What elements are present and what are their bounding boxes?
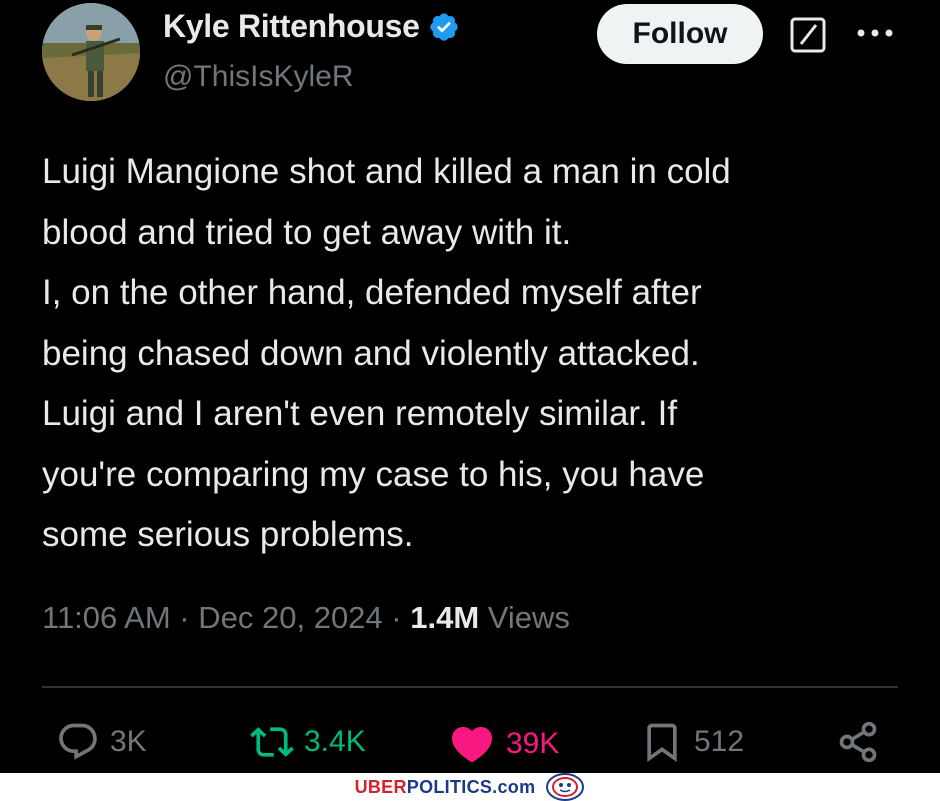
grok-icon[interactable] <box>789 16 827 54</box>
like-icon <box>451 727 493 763</box>
tweet-date[interactable]: Dec 20, 2024 <box>198 600 382 635</box>
share-icon <box>839 721 877 763</box>
verified-badge-icon <box>429 12 458 41</box>
tweet-line: I, on the other hand, defended myself af… <box>42 273 702 312</box>
repost-count: 3.4K <box>304 725 366 758</box>
tweet-line: some serious problems. <box>42 515 414 554</box>
tweet-meta: 11:06 AM · Dec 20, 2024 · 1.4M Views <box>42 600 570 636</box>
bookmark-icon <box>647 723 677 763</box>
like-count: 39K <box>506 727 560 760</box>
author-handle[interactable]: @ThisIsKyleR <box>163 60 354 94</box>
tweet-time[interactable]: 11:06 AM <box>42 600 171 635</box>
watermark-logo-icon <box>546 773 585 801</box>
reply-button[interactable]: 3K <box>56 720 147 764</box>
watermark-text: UBERPOLITICS.com <box>354 776 536 797</box>
meta-separator: · <box>382 600 411 635</box>
views-count[interactable]: 1.4M <box>410 600 479 635</box>
author-name-row: Kyle Rittenhouse <box>163 8 460 45</box>
avatar-image <box>42 3 140 101</box>
watermark-bar: UBERPOLITICS.com <box>0 773 940 801</box>
reply-icon <box>59 723 97 760</box>
bookmark-button[interactable]: 512 <box>640 720 744 764</box>
tweet-line: Luigi Mangione shot and killed a man in … <box>42 152 731 191</box>
tweet-line: Luigi and I aren't even remotely similar… <box>42 394 678 433</box>
tweet-line: being chased down and violently attacked… <box>42 333 700 373</box>
repost-button[interactable]: 3.4K <box>250 720 366 764</box>
tweet-text: Luigi Mangione shot and killed a man in … <box>42 142 922 566</box>
bookmark-count: 512 <box>694 725 745 758</box>
share-button[interactable] <box>836 720 880 764</box>
author-name[interactable]: Kyle Rittenhouse <box>163 8 420 45</box>
meta-separator: · <box>170 600 199 635</box>
repost-icon <box>250 727 294 757</box>
reply-count: 3K <box>110 725 147 758</box>
divider <box>42 686 898 688</box>
like-button[interactable]: 39K <box>448 720 559 768</box>
avatar[interactable] <box>42 3 140 101</box>
more-icon[interactable] <box>855 26 895 40</box>
follow-button[interactable]: Follow <box>597 4 763 64</box>
tweet-line: you're comparing my case to his, you hav… <box>42 454 705 494</box>
tweet-line: blood and tried to get away with it. <box>42 212 572 252</box>
views-label: Views <box>479 600 570 635</box>
